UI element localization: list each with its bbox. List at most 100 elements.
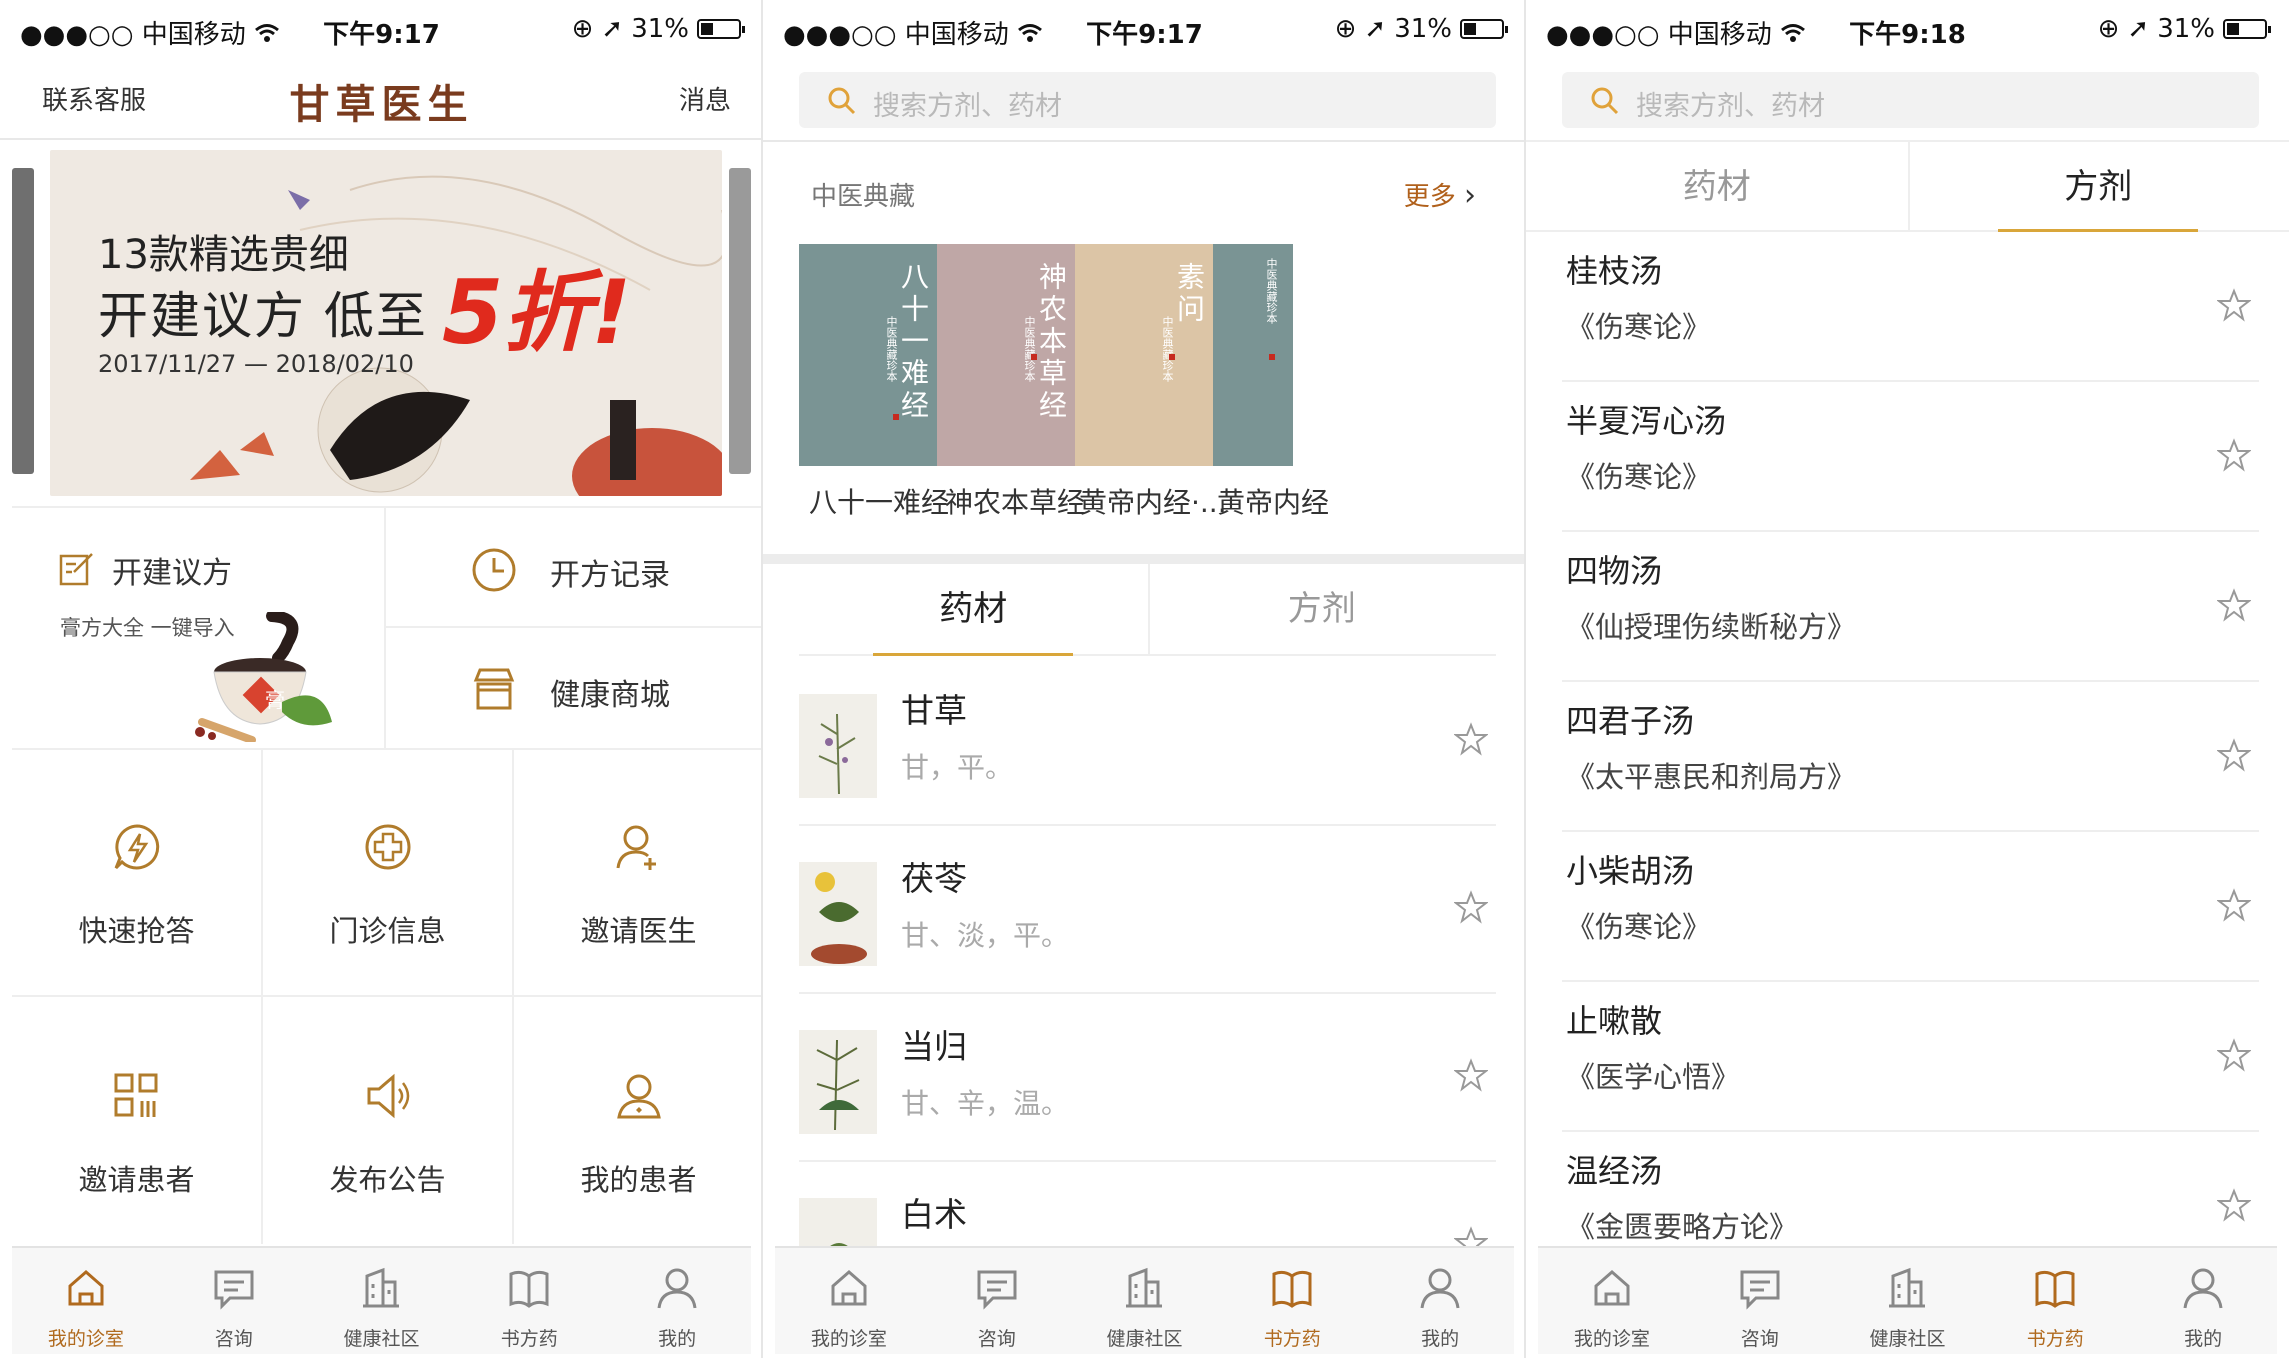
location-icon: ➚ <box>1364 14 1387 44</box>
tab-label: 书方药 <box>1263 1328 1321 1350</box>
tab-prescriptions[interactable]: 方剂 <box>1148 564 1497 654</box>
segment-tabs: 药材 方剂 <box>799 564 1496 656</box>
battery-percent: 31% <box>2157 14 2215 44</box>
lock-rotation-icon: ⊕ <box>1334 14 1357 44</box>
battery-icon <box>1460 19 1508 39</box>
prescription-name: 四君子汤 <box>1566 702 1695 740</box>
tab-label: 健康社区 <box>1106 1328 1183 1350</box>
open-prescription-card[interactable]: 开建议方 膏方大全 一键导入 膏 <box>12 508 384 748</box>
prescription-row[interactable]: 止嗽散 《医学心悟》 <box>1562 980 2259 1132</box>
herb-name: 茯苓 <box>901 859 967 898</box>
my-patients-label: 我的患者 <box>580 1163 697 1197</box>
tab-label: 书方药 <box>2026 1328 2084 1350</box>
prescription-row[interactable]: 四物汤 《仙授理伤续断秘方》 <box>1562 530 2259 682</box>
app-title: 甘草医生 <box>289 81 474 128</box>
more-label: 更多 <box>1403 182 1456 212</box>
book-shelf: 八十一难经 中医典藏珍本 八十一难经 神农本草经 中医典藏珍本 神农本草经 素问… <box>799 244 1526 524</box>
more-link[interactable]: 更多 › <box>1404 176 1476 213</box>
tab-consult[interactable]: 咨询 <box>923 1248 1071 1354</box>
tab-herbs[interactable]: 药材 <box>1526 142 1908 230</box>
herb-row[interactable]: 茯苓 甘、淡，平。 <box>799 824 1496 994</box>
prescription-record-card[interactable]: 开方记录 <box>386 508 763 626</box>
tab-bar: 我的诊室 咨询 健康社区 书方药 我的 <box>1538 1246 2277 1354</box>
open-prescription-label: 开建议方 <box>112 556 232 591</box>
tab-books[interactable]: 书方药 <box>455 1248 603 1354</box>
user-icon <box>2183 1268 2223 1309</box>
search-input[interactable]: 搜索方剂、药材 <box>799 72 1496 128</box>
health-shop-card[interactable]: 健康商城 <box>386 628 763 748</box>
invite-doctor-button[interactable]: 邀请医生 <box>514 748 763 994</box>
announcement-button[interactable]: 发布公告 <box>263 997 512 1243</box>
search-placeholder: 搜索方剂、药材 <box>1636 91 1825 122</box>
chat-icon <box>1740 1270 1780 1310</box>
user-icon <box>657 1268 697 1309</box>
tab-my-clinic[interactable]: 我的诊室 <box>1538 1248 1686 1354</box>
star-icon[interactable] <box>2216 288 2252 326</box>
tab-me[interactable]: 我的 <box>2129 1248 2277 1354</box>
tab-prescriptions[interactable]: 方剂 <box>1908 142 2289 232</box>
tab-consult[interactable]: 咨询 <box>1686 1248 1834 1354</box>
battery-icon <box>2223 19 2271 39</box>
banner-carousel[interactable]: 13款精选贵细 开建议方 低至 5折! 2017/11/27 — 2018/02… <box>12 148 751 498</box>
prescription-row[interactable]: 半夏泻心汤 《伤寒论》 <box>1562 380 2259 532</box>
edit-icon <box>59 553 93 586</box>
building-icon <box>1889 1267 1926 1308</box>
speaker-icon <box>367 1073 410 1119</box>
tab-me[interactable]: 我的 <box>1366 1248 1514 1354</box>
star-icon[interactable] <box>2216 438 2252 476</box>
prescription-name: 止嗽散 <box>1566 1002 1663 1040</box>
star-icon[interactable] <box>2216 738 2252 776</box>
my-patients-button[interactable]: 我的患者 <box>514 997 763 1243</box>
tab-books[interactable]: 书方药 <box>1218 1248 1366 1354</box>
tab-consult[interactable]: 咨询 <box>160 1248 308 1354</box>
book-card[interactable]: 中医典藏珍本 黄帝内经 <box>1213 244 1329 519</box>
messages-button[interactable]: 消息 <box>679 80 731 117</box>
clock-icon <box>472 548 516 592</box>
book-label: 黄帝内经 <box>1217 486 1330 519</box>
tab-community[interactable]: 健康社区 <box>308 1248 456 1354</box>
star-icon[interactable] <box>1454 1058 1488 1092</box>
quick-answer-label: 快速抢答 <box>78 914 195 948</box>
herb-name: 白术 <box>901 1195 967 1234</box>
promo-banner[interactable]: 13款精选贵细 开建议方 低至 5折! 2017/11/27 — 2018/02… <box>50 150 722 496</box>
herb-row[interactable]: 当归 甘、辛，温。 <box>799 992 1496 1162</box>
quick-answer-button[interactable]: 快速抢答 <box>12 748 261 994</box>
prescription-record-label: 开方记录 <box>550 558 670 593</box>
book-icon <box>509 1270 549 1308</box>
clinic-info-button[interactable]: 门诊信息 <box>263 748 512 994</box>
star-icon[interactable] <box>2216 888 2252 926</box>
tab-community[interactable]: 健康社区 <box>1834 1248 1982 1354</box>
nav-bar: 联系客服 甘草医生 消息 <box>0 62 763 140</box>
prescription-row[interactable]: 四君子汤 《太平惠民和剂局方》 <box>1562 680 2259 832</box>
prescription-row[interactable]: 小柴胡汤 《伤寒论》 <box>1562 830 2259 982</box>
lock-rotation-icon: ⊕ <box>2097 14 2120 44</box>
building-icon <box>363 1267 400 1308</box>
star-icon[interactable] <box>2216 1038 2252 1076</box>
invite-patient-button[interactable]: 邀请患者 <box>12 997 261 1243</box>
tab-herbs[interactable]: 药材 <box>799 564 1148 656</box>
prescription-source: 《医学心悟》 <box>1566 1060 1741 1094</box>
herb-name: 当归 <box>901 1027 967 1066</box>
tab-my-clinic[interactable]: 我的诊室 <box>775 1248 923 1354</box>
status-bar: ●●●○○ 中国移动 下午9:18 ⊕ ➚ 31% <box>1526 0 2289 62</box>
book-icon <box>1272 1270 1312 1308</box>
star-icon[interactable] <box>2216 1188 2252 1226</box>
book-icon <box>2035 1270 2075 1308</box>
shop-icon <box>473 668 515 710</box>
prescription-source: 《伤寒论》 <box>1566 460 1712 494</box>
herb-illustration <box>799 862 877 966</box>
home-screen: ●●●○○ 中国移动 下午9:17 ⊕ ➚ 31% 联系客服 甘草医生 消息 13款… <box>0 0 763 1358</box>
search-input[interactable]: 搜索方剂、药材 <box>1562 72 2259 128</box>
tab-books[interactable]: 书方药 <box>1981 1248 2129 1354</box>
home-icon <box>68 1270 104 1306</box>
star-icon[interactable] <box>2216 588 2252 626</box>
tab-community[interactable]: 健康社区 <box>1071 1248 1219 1354</box>
herb-row[interactable]: 甘草 甘，平。 <box>799 656 1496 826</box>
chevron-right-icon: › <box>1464 178 1476 213</box>
prescription-row[interactable]: 桂枝汤 《伤寒论》 <box>1562 230 2259 382</box>
prescription-source: 《伤寒论》 <box>1566 910 1712 944</box>
star-icon[interactable] <box>1454 722 1488 756</box>
tab-my-clinic[interactable]: 我的诊室 <box>12 1248 160 1354</box>
tab-me[interactable]: 我的 <box>603 1248 751 1354</box>
star-icon[interactable] <box>1454 890 1488 924</box>
